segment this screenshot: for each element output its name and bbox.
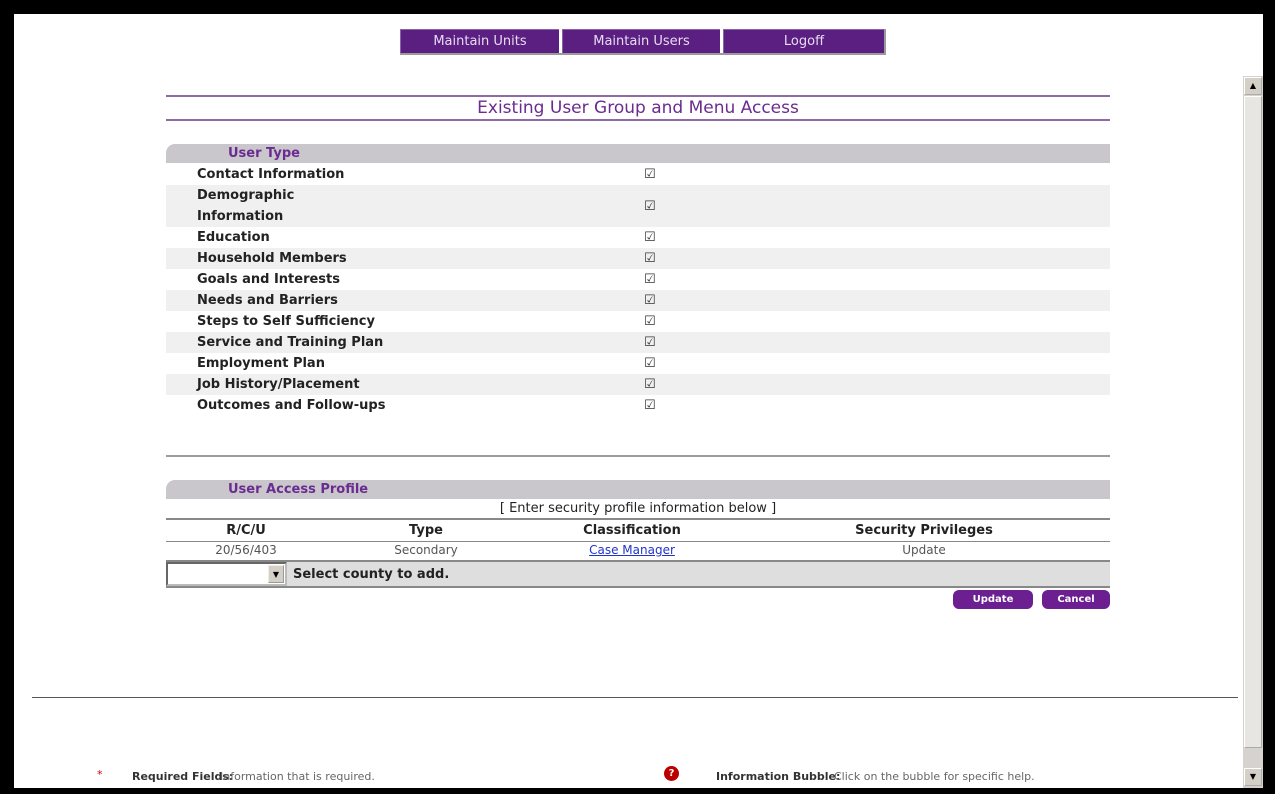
- page-title: Existing User Group and Menu Access: [166, 95, 1110, 121]
- question-bubble-icon: ?: [664, 766, 679, 781]
- scroll-thumb[interactable]: [1244, 96, 1262, 748]
- scroll-down-icon[interactable]: ▼: [1244, 768, 1262, 786]
- checkbox-checked-icon[interactable]: ☑: [644, 199, 674, 214]
- menu-item-label: Education: [197, 230, 270, 245]
- update-button[interactable]: Update: [953, 590, 1033, 609]
- cell-type: Secondary: [394, 543, 458, 557]
- list-item: Job History/Placement ☑: [166, 374, 1110, 395]
- access-profile-table: R/C/U Type Classification Security Privi…: [166, 518, 1110, 558]
- list-item: Demographic Information ☑: [166, 185, 1110, 227]
- required-fields-desc: Information that is required.: [220, 770, 375, 783]
- maintain-units-button[interactable]: Maintain Units: [400, 29, 559, 53]
- table-row: 20/56/403 Secondary Case Manager Update: [166, 542, 1110, 559]
- checkbox-checked-icon[interactable]: ☑: [644, 335, 674, 350]
- information-bubble-desc: Click on the bubble for specific help.: [834, 770, 1035, 783]
- menu-item-label: Employment Plan: [197, 356, 325, 371]
- checkbox-checked-icon[interactable]: ☑: [644, 356, 674, 371]
- menu-item-label: Steps to Self Sufficiency: [197, 314, 375, 329]
- profile-instruction: [ Enter security profile information bel…: [499, 501, 777, 516]
- cell-rcu: 20/56/403: [215, 543, 277, 557]
- menu-item-label: Outcomes and Follow-ups: [197, 398, 386, 413]
- list-item: Steps to Self Sufficiency ☑: [166, 311, 1110, 332]
- list-item: Employment Plan ☑: [166, 353, 1110, 374]
- county-select-row: ▼ Select county to add.: [166, 560, 1110, 588]
- chevron-down-icon[interactable]: ▼: [268, 565, 284, 583]
- menu-access-list: Contact Information ☑ Demographic Informat…: [166, 164, 1110, 416]
- menu-item-label: Job History/Placement: [197, 377, 360, 392]
- checkbox-checked-icon[interactable]: ☑: [644, 167, 674, 182]
- checkbox-checked-icon[interactable]: ☑: [644, 272, 674, 287]
- user-type-header: User Type: [166, 144, 1110, 163]
- vertical-scrollbar[interactable]: ▲ ▼: [1243, 76, 1263, 788]
- top-nav: Maintain Units Maintain Users Logoff: [400, 29, 886, 55]
- maintain-users-button[interactable]: Maintain Users: [562, 29, 720, 53]
- list-item: Household Members ☑: [166, 248, 1110, 269]
- list-item: Needs and Barriers ☑: [166, 290, 1110, 311]
- menu-item-label: Household Members: [197, 251, 347, 266]
- classification-link[interactable]: Case Manager: [589, 543, 675, 557]
- column-header-type: Type: [326, 518, 526, 542]
- column-header-rcu: R/C/U: [166, 518, 326, 542]
- divider: [166, 455, 1110, 457]
- footer-legend: * Required Fields: Information that is r…: [14, 766, 1244, 786]
- list-item: Goals and Interests ☑: [166, 269, 1110, 290]
- county-select-label: Select county to add.: [293, 566, 450, 582]
- information-bubble-label: Information Bubble:: [716, 770, 841, 783]
- divider: [32, 697, 1238, 698]
- user-access-profile-header: User Access Profile: [166, 480, 1110, 499]
- menu-item-label: Needs and Barriers: [197, 293, 338, 308]
- cell-security-privileges: Update: [902, 543, 946, 557]
- checkbox-checked-icon[interactable]: ☑: [644, 230, 674, 245]
- checkbox-checked-icon[interactable]: ☑: [644, 398, 674, 413]
- checkbox-checked-icon[interactable]: ☑: [644, 251, 674, 266]
- list-item: Outcomes and Follow-ups ☑: [166, 395, 1110, 416]
- list-item: Education ☑: [166, 227, 1110, 248]
- checkbox-checked-icon[interactable]: ☑: [644, 293, 674, 308]
- logoff-button[interactable]: Logoff: [723, 29, 884, 53]
- checkbox-checked-icon[interactable]: ☑: [644, 377, 674, 392]
- menu-item-label: Service and Training Plan: [197, 335, 384, 350]
- cancel-button[interactable]: Cancel: [1042, 590, 1110, 609]
- required-star-icon: *: [97, 768, 103, 781]
- list-item: Contact Information ☑: [166, 164, 1110, 185]
- column-header-security-privileges: Security Privileges: [738, 518, 1110, 542]
- checkbox-checked-icon[interactable]: ☑: [644, 314, 674, 329]
- menu-item-label: Goals and Interests: [197, 272, 340, 287]
- menu-item-label: Demographic Information: [197, 188, 295, 224]
- required-fields-label: Required Fields:: [132, 770, 234, 783]
- scroll-up-icon[interactable]: ▲: [1244, 77, 1262, 95]
- list-item: Service and Training Plan ☑: [166, 332, 1110, 353]
- cell-classification: Case Manager: [526, 542, 738, 559]
- menu-item-label: Contact Information: [197, 167, 345, 182]
- county-select[interactable]: ▼: [166, 562, 287, 586]
- column-header-classification: Classification: [526, 518, 738, 542]
- page-frame: Maintain Units Maintain Users Logoff Exi…: [14, 14, 1263, 788]
